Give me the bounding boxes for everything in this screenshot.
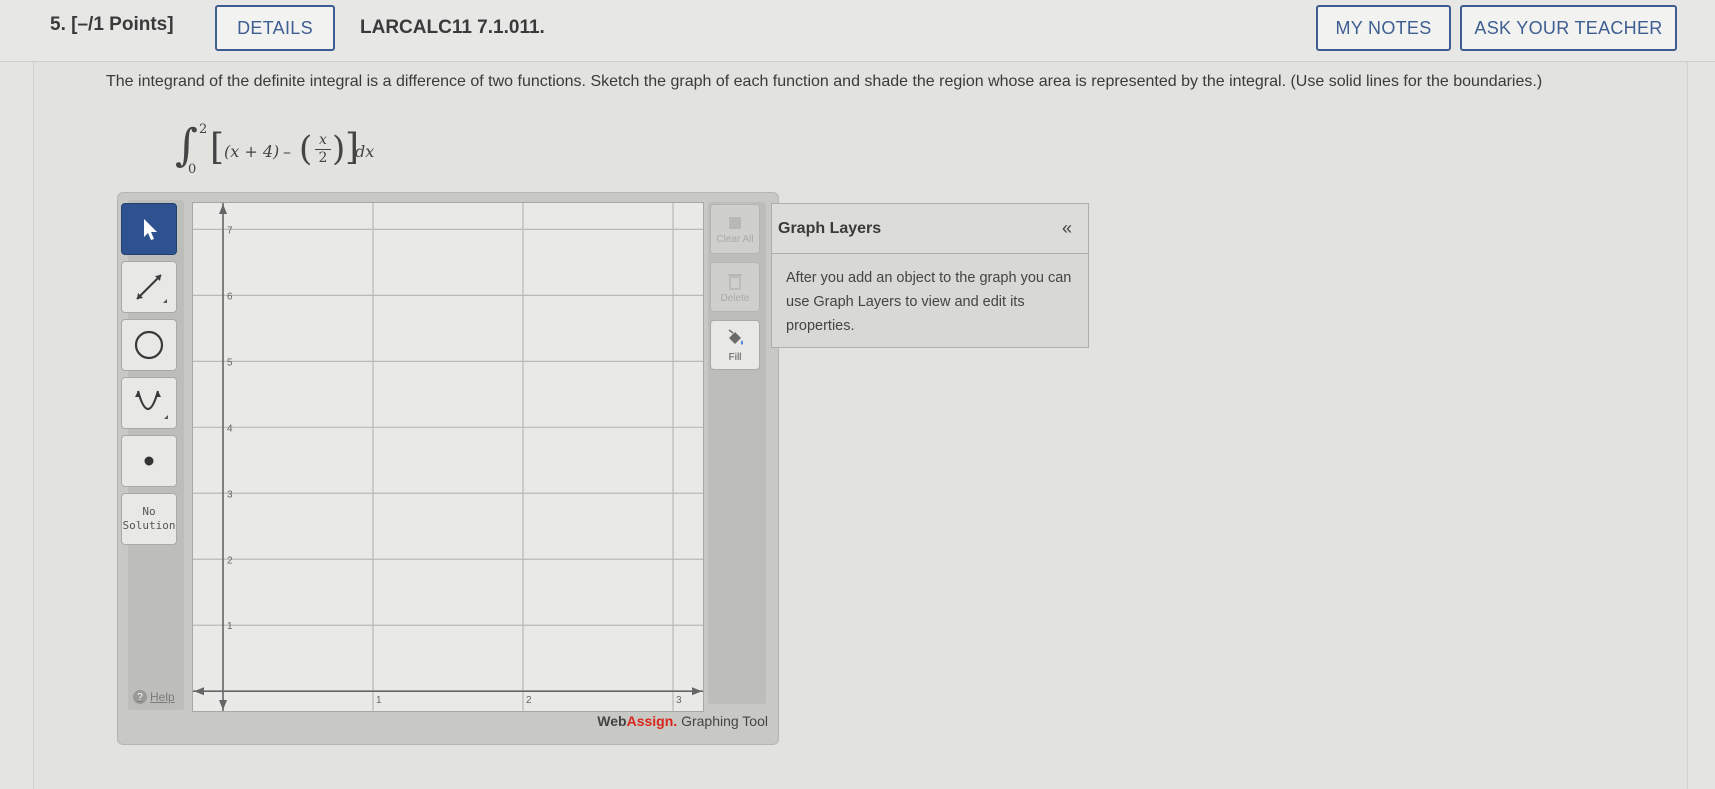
y-tick-label-3: 3: [227, 489, 233, 500]
y-tick-label-1: 1: [227, 621, 233, 632]
x-axis-arrow-right: [692, 687, 702, 696]
clear-all-button[interactable]: Clear All: [710, 204, 760, 254]
assignment-code: LARCALC11 7.1.011.: [360, 17, 545, 38]
pointer-icon: [144, 219, 157, 240]
no-solution-button[interactable]: No Solution: [121, 493, 177, 545]
graph-layers-title: Graph Layers: [778, 220, 882, 237]
x-tick-label-1: 1: [376, 695, 382, 706]
fill-label: Fill: [728, 351, 742, 363]
help-icon: ?: [133, 690, 147, 704]
delete-button[interactable]: Delete: [710, 262, 760, 312]
help-link[interactable]: ? Help: [133, 690, 175, 704]
line-segment-icon: [136, 274, 167, 303]
parabola-icon: [135, 390, 168, 419]
parabola-tool-button[interactable]: [121, 377, 177, 429]
brand-web: Web: [597, 713, 627, 729]
integral-expression: ∫ 2 0 [ (x + 4) – ( x 2 ) ] dx: [175, 120, 415, 185]
fill-bucket-icon: [728, 328, 743, 345]
left-bracket: [: [210, 127, 225, 168]
ask-teacher-button[interactable]: ASK YOUR TEACHER: [1460, 5, 1677, 51]
graph-grid[interactable]: 1 2 3 1 2 3 4 5 6 7: [193, 203, 703, 711]
my-notes-button[interactable]: MY NOTES: [1316, 5, 1451, 51]
points-label: [–/1 Points]: [71, 14, 174, 35]
minus-sign: –: [283, 142, 291, 161]
delete-label: Delete: [720, 292, 750, 304]
circle-icon: [134, 330, 164, 360]
question-points: 5. [–/1 Points]: [50, 14, 174, 36]
question-header: 5. [–/1 Points] DETAILS LARCALC11 7.1.01…: [0, 0, 1715, 62]
y-tick-label-4: 4: [227, 423, 233, 434]
upper-limit: 2: [199, 122, 208, 137]
circle-tool-button[interactable]: [121, 319, 177, 371]
no-solution-label: No Solution: [123, 505, 176, 533]
details-button[interactable]: DETAILS: [215, 5, 335, 51]
brand-suffix: Graphing Tool: [677, 713, 768, 729]
y-tick-label-7: 7: [227, 225, 233, 236]
graph-layers-help-text: After you add an object to the graph you…: [786, 270, 1072, 334]
y-axis-arrow-down: [219, 700, 227, 710]
y-tick-label-2: 2: [227, 555, 233, 566]
point-tool-button[interactable]: [121, 435, 177, 487]
differential: dx: [355, 142, 375, 161]
no-solution-line1: No: [142, 505, 156, 518]
x-tick-label-2: 2: [526, 695, 532, 706]
right-paren: ): [332, 129, 346, 169]
clear-icon: [729, 216, 741, 229]
collapse-icon[interactable]: «: [1062, 218, 1072, 239]
left-paren: (: [299, 129, 313, 169]
fill-button[interactable]: Fill: [710, 320, 760, 370]
y-tick-label-6: 6: [227, 291, 233, 302]
trash-icon: [728, 273, 742, 290]
select-tool-button[interactable]: [121, 203, 177, 255]
question-number: 5.: [50, 14, 66, 35]
no-solution-line2: Solution: [122, 519, 176, 532]
fraction-denominator: 2: [318, 150, 328, 166]
first-function: (x + 4): [224, 142, 280, 161]
y-tick-label-5: 5: [227, 357, 233, 368]
line-tool-button[interactable]: [121, 261, 177, 313]
y-axis-arrow-up: [219, 204, 227, 214]
webassign-branding: WebAssign. Graphing Tool: [560, 713, 768, 729]
lower-limit: 0: [188, 162, 197, 177]
graph-layers-panel: Graph Layers « After you add an object t…: [771, 203, 1089, 348]
brand-assign: Assign.: [626, 713, 678, 729]
point-icon: [144, 456, 154, 466]
graph-canvas[interactable]: 1 2 3 1 2 3 4 5 6 7: [192, 202, 704, 712]
clear-all-label: Clear All: [716, 233, 754, 245]
fraction: x 2: [315, 132, 331, 167]
help-label: Help: [150, 690, 175, 704]
graph-layers-header[interactable]: Graph Layers «: [772, 204, 1088, 254]
x-axis-arrow-left: [194, 687, 204, 696]
question-text: The integrand of the definite integral i…: [106, 73, 1543, 90]
fraction-numerator: x: [315, 132, 331, 150]
x-tick-label-3: 3: [676, 695, 682, 706]
